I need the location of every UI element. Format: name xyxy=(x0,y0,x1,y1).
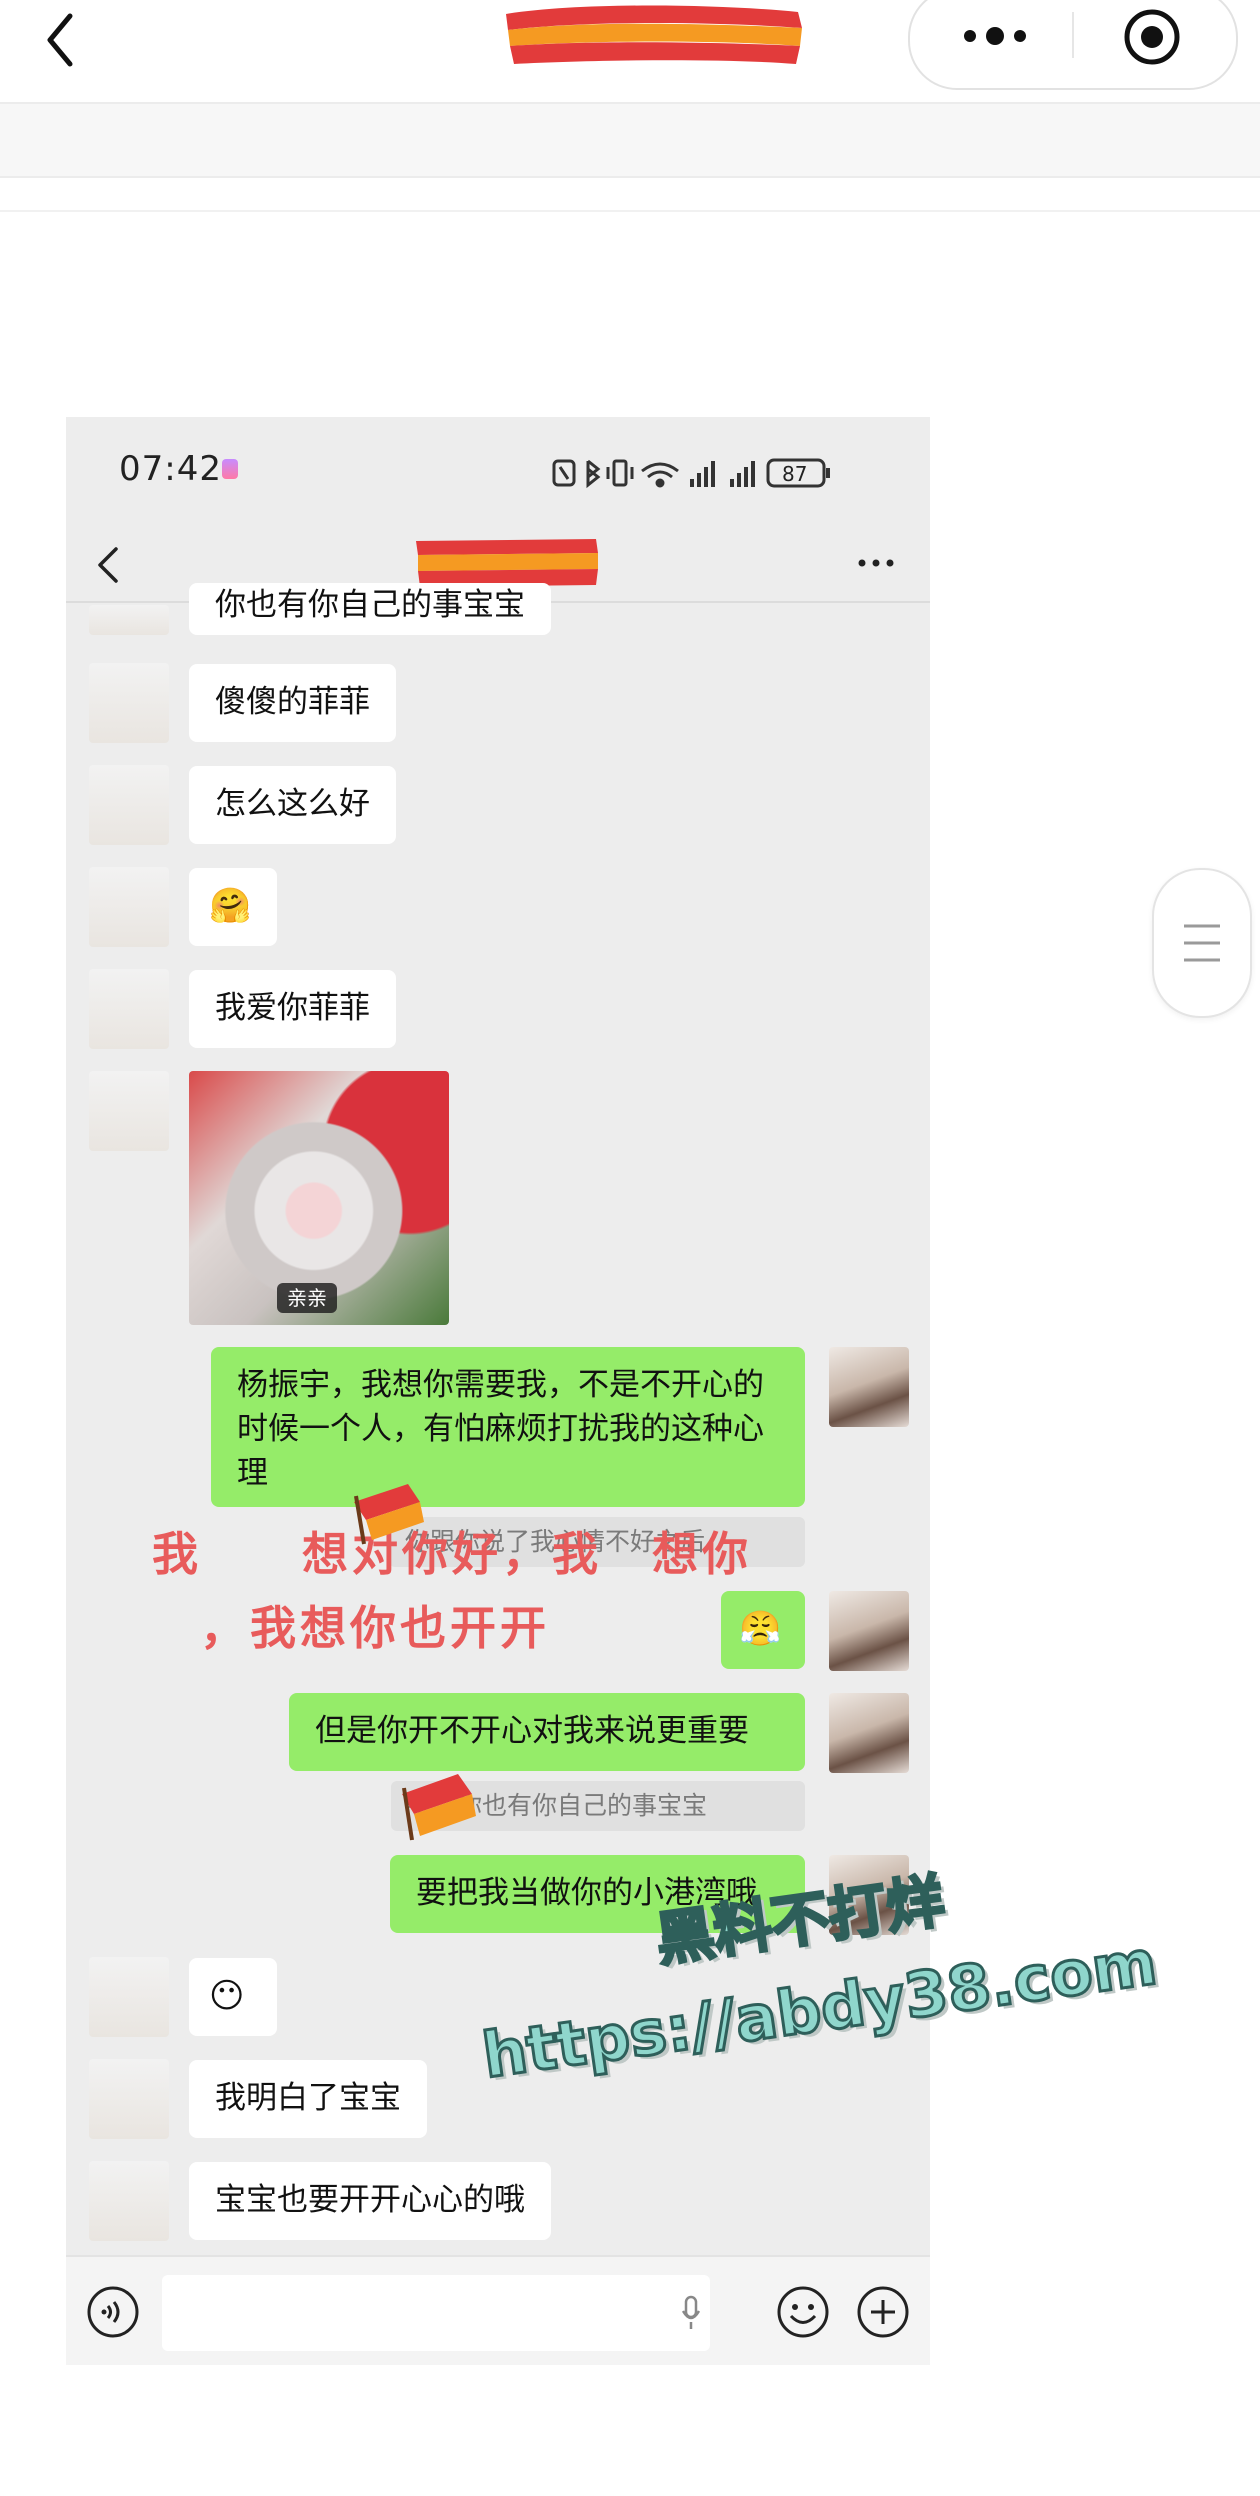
message-input[interactable] xyxy=(162,2275,710,2351)
more-dots-icon[interactable] xyxy=(960,16,1030,56)
mini-program-nav-bar xyxy=(0,0,1260,104)
divider xyxy=(0,210,1260,212)
battery-level: 87 xyxy=(782,462,807,486)
plus-icon[interactable] xyxy=(856,2285,910,2339)
contact-avatar[interactable] xyxy=(89,1071,169,1151)
app-indicator-icon xyxy=(222,459,238,479)
status-icons: 87 xyxy=(552,458,830,489)
wifi-icon xyxy=(641,462,679,488)
contact-avatar[interactable] xyxy=(89,663,169,743)
message-bubble: 宝宝也要开开心心的哦 xyxy=(189,2162,551,2240)
capsule-menu xyxy=(908,0,1238,90)
close-target-icon[interactable] xyxy=(1123,8,1181,66)
signal-icon-2 xyxy=(730,461,755,487)
vibrate-icon xyxy=(606,459,634,487)
message-bubble: 杨振宇，我想你需要我，不是不开心的时候一个人，有怕麻烦打扰我的这种心理 xyxy=(211,1347,805,1507)
contact-avatar[interactable] xyxy=(89,2059,169,2139)
message-bubble: 但是你开不开心对我来说更重要 xyxy=(289,1693,805,1771)
contact-avatar[interactable] xyxy=(89,969,169,1049)
my-avatar[interactable] xyxy=(829,1591,909,1671)
back-chevron-icon[interactable] xyxy=(96,545,120,585)
status-bar: 07:42 87 xyxy=(66,417,930,517)
message-bubble: 😤 xyxy=(721,1591,805,1669)
message-bubble: 你也有你自己的事宝宝 xyxy=(189,583,551,635)
menu-lines-icon xyxy=(1184,924,1220,962)
contact-avatar[interactable] xyxy=(89,2161,169,2241)
sticker-caption: 亲亲 xyxy=(277,1283,337,1313)
battery-icon: 87 xyxy=(766,458,830,488)
contact-avatar[interactable] xyxy=(89,765,169,845)
kitten-sticker-image[interactable]: 亲亲 xyxy=(189,1071,449,1325)
contact-avatar[interactable] xyxy=(89,1957,169,2037)
message-bubble: 我明白了宝宝 xyxy=(189,2060,427,2138)
sticker-flag-icon xyxy=(402,1774,476,1841)
microphone-icon[interactable] xyxy=(682,2295,700,2331)
emoji-picker-icon[interactable] xyxy=(776,2285,830,2339)
title-redaction-scribble xyxy=(506,5,802,64)
my-avatar[interactable] xyxy=(829,1347,909,1427)
message-bubble: 😶 xyxy=(189,1958,277,2036)
my-avatar[interactable] xyxy=(829,1693,909,1773)
contact-avatar[interactable] xyxy=(89,867,169,947)
emoji-angry: 😤 xyxy=(739,1609,782,1649)
message-bubble: 傻傻的菲菲 xyxy=(189,664,396,742)
contact-avatar[interactable] xyxy=(89,605,169,635)
bluetooth-icon xyxy=(586,459,601,489)
message-bubble: 怎么这么好 xyxy=(189,766,396,844)
overlay-annotation-line2: ，我想你也开开 xyxy=(200,1601,550,1655)
message-bubble: 我爱你菲菲 xyxy=(189,970,396,1048)
emoji-neutral: 😶 xyxy=(209,1976,245,2016)
voice-mode-icon[interactable] xyxy=(86,2285,140,2339)
signal-icon-1 xyxy=(690,461,715,487)
sticker-flag-icon xyxy=(354,1484,424,1545)
capsule-divider xyxy=(1072,12,1074,58)
back-chevron-icon[interactable] xyxy=(40,10,80,70)
sub-toolbar xyxy=(0,104,1260,178)
message-bubble: 🤗 xyxy=(189,868,277,946)
overlay-annotation-line1: 我 想对你好，我 想你 xyxy=(152,1527,752,1581)
chat-more-icon[interactable] xyxy=(856,555,896,571)
nfc-icon xyxy=(552,459,576,487)
floating-menu-handle[interactable] xyxy=(1152,868,1252,1018)
emoji-hug: 🤗 xyxy=(209,886,252,926)
chat-input-bar xyxy=(66,2255,930,2365)
status-time: 07:42 xyxy=(119,449,222,489)
